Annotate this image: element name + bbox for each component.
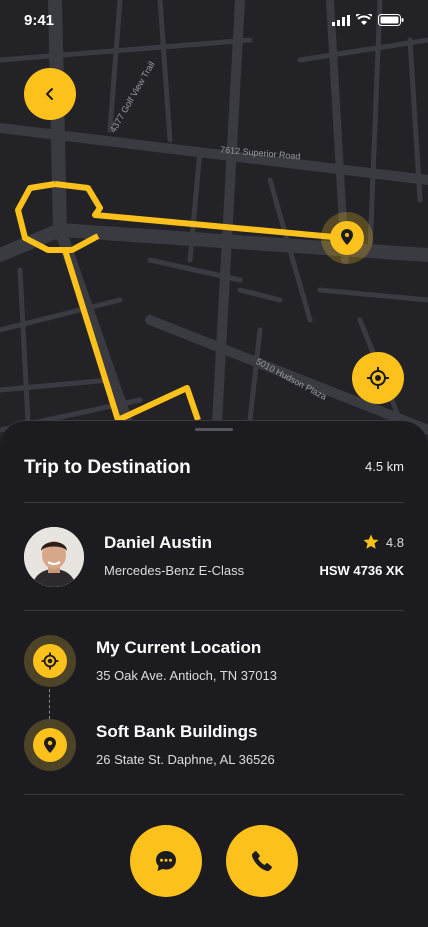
car-model: Mercedes-Benz E-Class <box>104 563 245 578</box>
chat-button[interactable] <box>130 825 202 897</box>
back-button[interactable] <box>24 68 76 120</box>
driver-name: Daniel Austin <box>104 533 212 552</box>
trip-title: Trip to Destination <box>24 457 191 478</box>
star-icon <box>363 534 379 549</box>
rating-value: 4.8 <box>385 534 404 550</box>
origin-address: 35 Oak Ave. Antioch, TN 37013 <box>96 668 277 683</box>
trip-distance: 4.5 km <box>364 459 404 474</box>
chat-bubble-icon <box>156 851 176 871</box>
phone-icon <box>251 851 272 872</box>
avatar[interactable] <box>24 527 84 587</box>
battery-icon <box>378 14 404 26</box>
crosshair-icon <box>41 652 59 670</box>
divider <box>24 610 404 611</box>
status-bar: 9:41 <box>0 0 428 44</box>
crosshair-icon <box>367 367 389 389</box>
destination-icon-badge <box>24 719 76 771</box>
call-button[interactable] <box>226 825 298 897</box>
license-plate: HSW 4736 XK <box>319 563 404 578</box>
status-time: 9:41 <box>24 12 55 29</box>
sheet-handle[interactable] <box>195 428 233 431</box>
recenter-button[interactable] <box>352 352 404 404</box>
wifi-icon <box>356 14 372 25</box>
divider <box>24 502 404 503</box>
origin-title: My Current Location <box>96 638 262 657</box>
destination-title: Soft Bank Buildings <box>96 722 258 741</box>
route-connector <box>49 689 50 719</box>
destination-address: 26 State St. Daphne, AL 36526 <box>96 752 275 767</box>
chevron-left-icon <box>46 88 53 100</box>
signal-icon <box>332 14 350 26</box>
origin-icon-badge <box>24 635 76 687</box>
trip-sheet: Trip to Destination 4.5 km Daniel Austin… <box>0 420 428 927</box>
driver-rating: 4.8 <box>362 533 404 551</box>
divider <box>24 794 404 795</box>
map-pin-icon <box>44 737 56 753</box>
